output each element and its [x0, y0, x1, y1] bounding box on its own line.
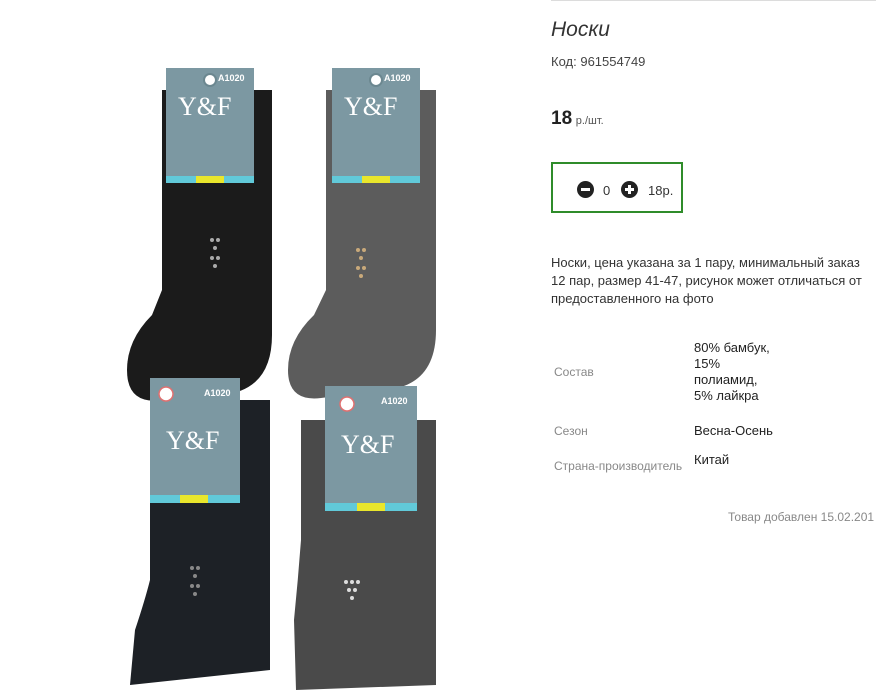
product-code-label: Код:	[551, 54, 577, 69]
tag-model: A1020	[381, 396, 408, 406]
product-photo[interactable]: Y&F A1020 Y&F A1020 Y&F A1020 Y&F A1020	[110, 60, 450, 690]
product-code: Код: 961554749	[551, 54, 645, 69]
property-key: Страна-производитель	[554, 459, 683, 473]
top-divider	[551, 0, 876, 1]
product-price: 18 р./шт.	[551, 108, 604, 130]
tag-2: Y&F A1020	[332, 68, 420, 186]
property-row: Страна-производитель Китай	[551, 448, 774, 484]
product-description: Носки, цена указана за 1 пару, минимальн…	[551, 255, 862, 306]
property-key: Состав	[554, 365, 594, 379]
tag-3: Y&F A1020	[150, 378, 240, 506]
property-row: Сезон Весна-Осень	[551, 414, 774, 448]
tag-model: A1020	[218, 73, 245, 83]
tag-brand: Y&F	[178, 92, 232, 121]
tag-brand: Y&F	[166, 426, 220, 455]
quantity-total: 18р.	[648, 183, 674, 198]
price-amount: 18	[551, 108, 573, 129]
property-value: Китай	[694, 452, 730, 467]
tag-model: A1020	[204, 388, 231, 398]
price-unit: р./шт.	[575, 115, 604, 127]
property-value: 80% бамбук, 15% полиамид, 5% лайкра	[694, 340, 770, 403]
minus-icon[interactable]	[577, 181, 594, 198]
quantity-value: 0	[603, 183, 611, 198]
product-title: Носки	[551, 18, 610, 41]
tag-4: Y&F A1020	[325, 386, 417, 514]
tag-model: A1020	[384, 73, 411, 83]
tag-1: Y&F A1020	[166, 68, 254, 186]
date-added: Товар добавлен 15.02.201	[728, 510, 875, 524]
plus-icon[interactable]	[621, 181, 638, 198]
property-value: Весна-Осень	[694, 423, 773, 438]
property-row: Состав 80% бамбук, 15% полиамид, 5% лайк…	[551, 330, 774, 414]
tag-brand: Y&F	[344, 92, 398, 121]
tag-brand: Y&F	[341, 430, 395, 459]
product-properties: Состав 80% бамбук, 15% полиамид, 5% лайк…	[551, 330, 774, 484]
product-code-value: 961554749	[580, 54, 646, 69]
quantity-control: 0 18р.	[551, 162, 683, 213]
property-key: Сезон	[554, 424, 588, 438]
